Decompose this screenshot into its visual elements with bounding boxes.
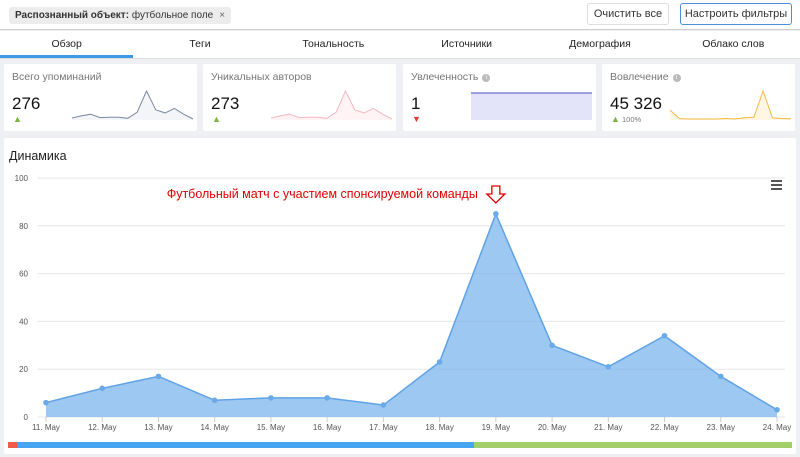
metric-value: 273 xyxy=(211,94,240,113)
tab-demography[interactable]: Демография xyxy=(533,31,666,58)
x-tick-label: 16. May xyxy=(313,423,341,432)
metric-title: Вовлечение i xyxy=(610,71,681,83)
chart-title: Динамика xyxy=(9,149,67,163)
x-tick-label: 17. May xyxy=(369,423,397,432)
clear-all-button[interactable]: Очистить все xyxy=(587,3,669,25)
metric-value: 45 326 xyxy=(610,94,662,113)
trend-up-icon: ▲ xyxy=(611,114,620,124)
tab-word-cloud[interactable]: Облако слов xyxy=(667,31,800,58)
y-tick-label: 80 xyxy=(19,222,28,231)
data-point xyxy=(717,373,724,380)
chart-annotation: Футбольный матч с участием спонсируемой … xyxy=(167,187,478,201)
sentiment-segment xyxy=(16,442,475,448)
metric-card: Всего упоминаний 276 ▲ xyxy=(4,64,197,131)
metric-card: Увлеченность i 1 ▼ xyxy=(403,64,596,131)
x-tick-label: 22. May xyxy=(650,423,678,432)
sentiment-range-bar[interactable] xyxy=(8,442,792,448)
trend-down-icon: ▼ xyxy=(412,114,421,124)
filter-value: футбольное поле xyxy=(131,10,214,21)
tab-bar: Обзор Теги Тональность Источники Демогра… xyxy=(0,31,800,59)
x-tick-label: 24. May xyxy=(763,423,791,432)
configure-filters-button[interactable]: Настроить фильтры xyxy=(680,3,792,25)
metric-title: Всего упоминаний xyxy=(12,71,102,83)
x-tick-label: 11. May xyxy=(32,423,60,432)
x-tick-label: 14. May xyxy=(200,423,228,432)
y-tick-label: 60 xyxy=(19,270,28,279)
metric-title: Уникальных авторов xyxy=(211,71,312,83)
data-point xyxy=(774,407,780,413)
x-tick-label: 15. May xyxy=(257,423,285,432)
y-tick-label: 100 xyxy=(15,174,29,183)
chart-menu-icon[interactable] xyxy=(771,180,782,192)
trend-up-icon: ▲ xyxy=(212,114,221,124)
data-point xyxy=(268,395,274,401)
data-point xyxy=(549,342,555,349)
x-tick-label: 18. May xyxy=(425,423,453,432)
data-point xyxy=(493,211,499,217)
metric-card: Уникальных авторов 273 ▲ xyxy=(203,64,396,131)
data-point xyxy=(605,364,612,370)
sparkline xyxy=(271,90,392,120)
tab-sources[interactable]: Источники xyxy=(400,31,533,58)
tab-tags[interactable]: Теги xyxy=(133,31,266,58)
remove-filter-icon[interactable]: × xyxy=(219,10,225,21)
x-tick-label: 19. May xyxy=(482,423,510,432)
sparkline xyxy=(72,90,193,120)
data-point xyxy=(43,399,49,406)
data-point xyxy=(211,397,218,404)
data-point xyxy=(324,395,330,401)
x-tick-label: 20. May xyxy=(538,423,566,432)
metric-change: 100% xyxy=(622,115,642,124)
dynamics-panel: 0 20 40 60 80 100 11. May 12. May 13. May 14. May… xyxy=(4,138,796,454)
y-tick-label: 20 xyxy=(19,365,28,374)
tab-overview[interactable]: Обзор xyxy=(0,31,134,58)
filter-bar: Распознанный объект: футбольное поле × Оч… xyxy=(0,0,800,30)
sentiment-segment xyxy=(474,442,792,448)
y-tick-label: 40 xyxy=(19,317,28,326)
metric-title: Увлеченность i xyxy=(411,71,491,83)
metric-card: Вовлечение i 45 326 ▲ 100% xyxy=(602,64,795,131)
info-icon[interactable]: i xyxy=(482,74,491,82)
tab-sentiment[interactable]: Тональность xyxy=(267,31,400,58)
x-tick-label: 13. May xyxy=(144,423,172,432)
data-point xyxy=(99,385,106,392)
metric-value: 276 xyxy=(12,94,41,113)
dynamics-chart: 0 20 40 60 80 100 11. May 12. May 13. May 14. May… xyxy=(15,174,792,432)
info-icon[interactable]: i xyxy=(672,74,681,82)
data-point xyxy=(380,402,387,408)
y-tick-label: 0 xyxy=(24,413,29,422)
sentiment-segment xyxy=(8,442,17,448)
metric-value: 1 xyxy=(411,94,421,113)
data-point xyxy=(436,359,443,365)
series-area xyxy=(46,213,777,417)
filter-chip[interactable]: Распознанный объект: футбольное поле × xyxy=(9,7,232,24)
filter-label: Распознанный объект: xyxy=(15,10,130,21)
x-tick-label: 23. May xyxy=(707,423,735,432)
data-point xyxy=(661,332,668,339)
trend-up-icon: ▲ xyxy=(13,114,22,124)
data-point xyxy=(155,373,162,380)
sparkline xyxy=(471,92,592,120)
sparkline xyxy=(670,90,791,120)
x-tick-label: 12. May xyxy=(88,423,116,432)
annotation-arrow-icon xyxy=(485,185,507,204)
x-tick-label: 21. May xyxy=(594,423,622,432)
